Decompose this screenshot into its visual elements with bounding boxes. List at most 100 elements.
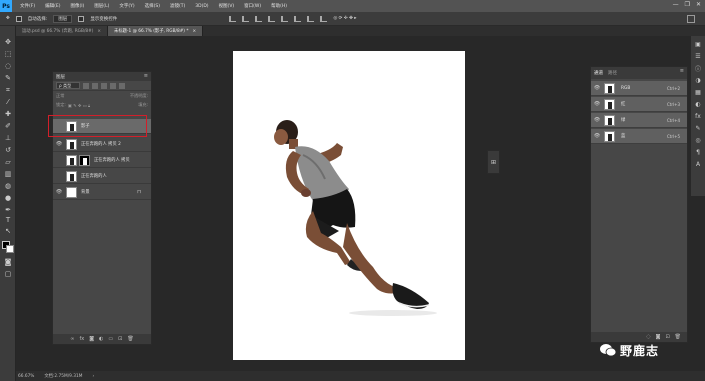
marquee-tool-icon[interactable]: ⬚ — [4, 50, 12, 58]
blur-tool-icon[interactable]: ◍ — [4, 182, 12, 190]
layer-row-runner[interactable]: 正在奔跑的人 — [53, 169, 151, 184]
path-select-icon[interactable]: ↖ — [4, 227, 12, 235]
clone-source-icon[interactable]: ◎ — [694, 136, 702, 144]
filter-smart-icon[interactable] — [119, 82, 125, 89]
paragraph-icon[interactable]: ¶ — [694, 148, 702, 156]
close-icon[interactable]: × — [193, 29, 197, 34]
menu-image[interactable]: 图像(I) — [70, 3, 84, 9]
new-layer-icon[interactable]: ⊡ — [118, 336, 122, 342]
new-channel-icon[interactable]: ⊡ — [665, 334, 669, 340]
crop-tool-icon[interactable]: ⌗ — [4, 86, 12, 94]
menu-select[interactable]: 选择(S) — [145, 3, 160, 9]
filter-type-icon[interactable] — [101, 82, 107, 89]
adjustments-icon[interactable]: ◐ — [694, 100, 702, 108]
3d-mode-icon[interactable]: ◎ ⟳ ✣ ✤ ▸ — [333, 16, 356, 21]
filter-pixel-icon[interactable] — [83, 82, 89, 89]
trash-icon[interactable]: 🗑︎ — [127, 336, 133, 342]
close-icon[interactable]: × — [97, 29, 101, 34]
trash-icon[interactable]: 🗑︎ — [675, 334, 681, 340]
zoom-level[interactable]: 66.67% — [18, 374, 34, 379]
menu-filter[interactable]: 滤镜(T) — [170, 3, 185, 9]
brush-tool-icon[interactable]: ✐ — [4, 122, 12, 130]
workspace-icon[interactable] — [687, 15, 695, 23]
auto-select-dropdown[interactable]: 图层 — [53, 14, 73, 23]
eye-icon[interactable]: 👁︎ — [55, 141, 63, 147]
menu-layer[interactable]: 图层(L) — [94, 3, 109, 9]
tab-layers[interactable]: 图层 — [56, 74, 65, 80]
eye-icon[interactable]: 👁︎ — [593, 101, 601, 107]
fx-icon[interactable]: fx — [79, 336, 84, 342]
load-selection-icon[interactable]: ◌ — [646, 334, 650, 340]
link-icon[interactable]: ∞ — [70, 336, 74, 342]
channel-row-blue[interactable]: 👁︎ 蓝 Ctrl+5 — [591, 129, 687, 144]
channel-row-rgb[interactable]: 👁︎ RGB Ctrl+2 — [591, 81, 687, 96]
info-icon[interactable]: ⓘ — [694, 64, 702, 73]
group-icon[interactable]: ▭ — [108, 336, 113, 342]
align-vcenter-icon[interactable] — [242, 15, 250, 22]
properties-icon[interactable]: ☰ — [694, 52, 702, 60]
history-icon[interactable]: ▣ — [694, 40, 702, 48]
gradient-tool-icon[interactable]: ▥ — [4, 170, 12, 178]
stamp-tool-icon[interactable]: ⊥ — [4, 134, 12, 142]
menu-window[interactable]: 窗口(W) — [244, 3, 261, 9]
filter-shape-icon[interactable] — [110, 82, 116, 89]
blend-mode-dropdown[interactable]: 正常 — [56, 93, 64, 99]
eye-icon[interactable]: 👁︎ — [593, 133, 601, 139]
eraser-tool-icon[interactable]: ▱ — [4, 158, 12, 166]
layer-row-runner-copy-2[interactable]: 👁︎ 正在奔跑的人 拷贝 2 — [53, 137, 151, 152]
menu-view[interactable]: 视图(V) — [219, 3, 235, 9]
panel-menu-icon[interactable]: ≡ — [144, 73, 148, 79]
eye-icon[interactable]: 👁︎ — [55, 189, 63, 195]
align-hcenter-icon[interactable] — [281, 15, 289, 22]
save-selection-icon[interactable]: ◙ — [656, 334, 661, 340]
quick-mask-icon[interactable]: ◙ — [4, 258, 12, 266]
tab-channels[interactable]: 通道 — [594, 70, 603, 76]
document-canvas[interactable] — [233, 51, 465, 360]
minimize-button[interactable]: — — [673, 1, 679, 8]
tab-running-psd[interactable]: 运动.psd @ 66.7% (奔跑, RGB/8#) × — [16, 26, 109, 36]
mask-icon[interactable]: ◙ — [89, 336, 94, 342]
healing-brush-icon[interactable]: ✚ — [4, 110, 12, 118]
brush-icon[interactable]: ✎ — [694, 124, 702, 132]
quick-select-tool-icon[interactable]: ✎ — [4, 74, 12, 82]
screen-mode-icon[interactable]: ▢ — [4, 270, 12, 278]
menu-help[interactable]: 帮助(H) — [271, 3, 287, 9]
collapsed-panel-icon[interactable]: ⊞ — [487, 150, 500, 174]
menu-file[interactable]: 文件(F) — [20, 3, 35, 9]
color-icon[interactable]: ◑ — [694, 76, 702, 84]
status-arrow-icon[interactable]: › — [92, 374, 94, 379]
channel-row-green[interactable]: 👁︎ 绿 Ctrl+4 — [591, 113, 687, 128]
align-right-icon[interactable] — [294, 15, 302, 22]
dodge-tool-icon[interactable]: ● — [4, 194, 12, 202]
tab-untitled-1[interactable]: 未标题-1 @ 66.7% (影子, RGB/8#) * × — [108, 26, 204, 36]
layer-mask-thumbnail[interactable] — [79, 154, 90, 166]
adjustment-icon[interactable]: ◐ — [99, 336, 103, 342]
restore-button[interactable]: ❐ — [685, 1, 690, 8]
distribute-2-icon[interactable] — [320, 15, 328, 22]
transform-controls-checkbox[interactable] — [78, 15, 85, 22]
eyedropper-tool-icon[interactable]: ⁄ — [4, 98, 12, 106]
eye-icon[interactable]: 👁︎ — [593, 85, 601, 91]
channel-row-red[interactable]: 👁︎ 红 Ctrl+3 — [591, 97, 687, 112]
menu-edit[interactable]: 编辑(E) — [45, 3, 60, 9]
lock-icons[interactable]: ▣ ✎ ✥ ▭ 🔒︎ — [68, 103, 90, 108]
close-button[interactable]: ✕ — [696, 1, 701, 8]
move-tool-icon[interactable]: ✥ — [4, 38, 12, 46]
menu-3d[interactable]: 3D(D) — [195, 4, 208, 9]
panel-menu-icon[interactable]: ≡ — [680, 68, 684, 74]
background-color-swatch[interactable] — [6, 245, 14, 253]
move-tool-icon[interactable]: ✥ — [6, 16, 10, 21]
layer-row-runner-copy[interactable]: 正在奔跑的人 拷贝 — [53, 153, 151, 168]
type-tool-icon[interactable]: T — [4, 216, 12, 224]
character-icon[interactable]: A — [694, 160, 702, 168]
align-top-icon[interactable] — [229, 15, 237, 22]
auto-select-checkbox[interactable] — [15, 15, 22, 22]
align-left-icon[interactable] — [268, 15, 276, 22]
pen-tool-icon[interactable]: ✒ — [4, 206, 12, 214]
eye-icon[interactable]: 👁︎ — [593, 117, 601, 123]
layer-row-background[interactable]: 👁︎ 背景 ⊓ — [53, 185, 151, 200]
menu-type[interactable]: 文字(Y) — [119, 3, 134, 9]
filter-kind-dropdown[interactable]: ρ 类型 — [56, 82, 80, 89]
distribute-icon[interactable] — [307, 15, 315, 22]
tab-paths[interactable]: 路径 — [608, 70, 617, 76]
